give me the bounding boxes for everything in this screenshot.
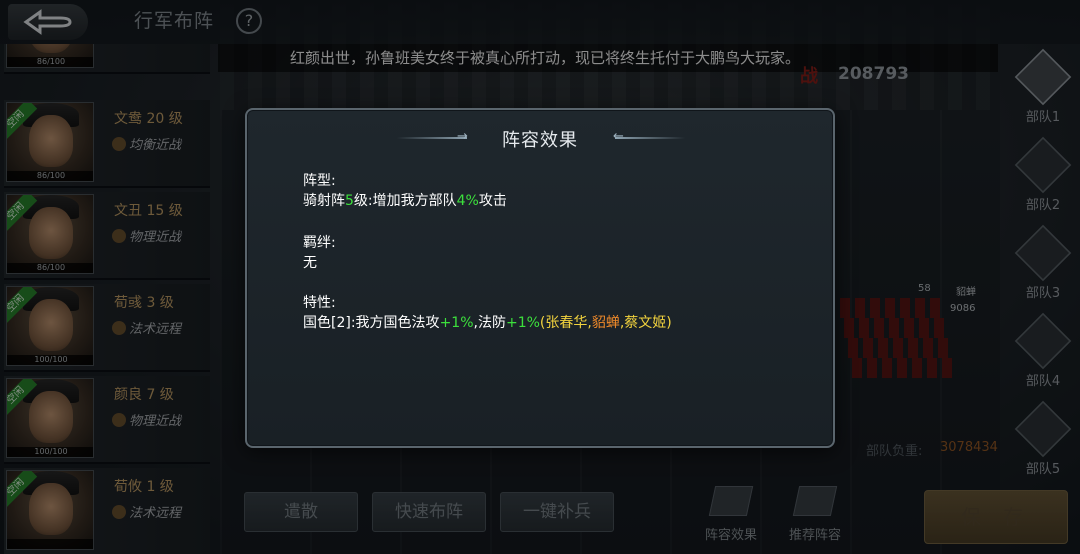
formation-heading: 阵型: — [303, 173, 336, 189]
formation-level: 5 — [345, 193, 354, 209]
formation-stat: 攻击 — [478, 193, 507, 209]
trait-defense-bonus: +1% — [505, 315, 540, 331]
trait-attack-bonus: +1% — [439, 315, 474, 331]
lineup-effect-dialog: → 阵容效果 ← 阵型: 骑射阵5级:增加我方部队4%攻击 羁绊: 无 特性: … — [245, 108, 835, 448]
trait-hero-diaochan: 貂蝉 — [591, 315, 620, 331]
bond-heading: 羁绊: — [303, 235, 336, 251]
formation-bonus: 4% — [456, 193, 479, 209]
bond-description: 无 — [303, 255, 317, 271]
trait-heading: 特性: — [303, 295, 336, 311]
formation-name: 骑射阵 — [303, 193, 345, 209]
formation-text: 级:增加我方部队 — [353, 193, 457, 209]
trait-paren-close: ) — [666, 315, 672, 331]
trait-text-2: ,法防 — [473, 315, 506, 331]
trait-description: 国色[2]:我方国色法攻+1%,法防+1%(张春华,貂蝉,蔡文姬) — [303, 312, 672, 332]
trait-text: 国色[2]:我方国色法攻 — [303, 315, 440, 331]
title-decoration-right — [615, 137, 685, 139]
dialog-title: 阵容效果 — [502, 130, 578, 151]
trait-hero-caiwenji: 蔡文姬 — [624, 315, 667, 331]
trait-hero-zhangchunhua: 张春华 — [545, 315, 588, 331]
formation-description: 骑射阵5级:增加我方部队4%攻击 — [303, 190, 507, 210]
